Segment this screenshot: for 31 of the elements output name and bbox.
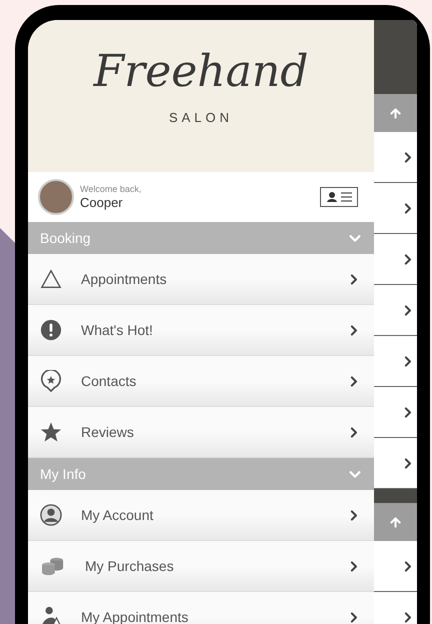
menu-item[interactable]: Appointments — [28, 254, 374, 305]
side-row[interactable] — [374, 285, 417, 336]
exclamation-icon — [40, 319, 62, 341]
menu-item[interactable]: My Account — [28, 490, 374, 541]
location-pin-icon — [40, 370, 62, 392]
side-row[interactable] — [374, 387, 417, 438]
menu-item[interactable]: What's Hot! — [28, 305, 374, 356]
side-row[interactable] — [374, 541, 417, 592]
up-arrow-icon — [389, 516, 402, 528]
person-with-triangle-icon — [40, 606, 62, 624]
side-row[interactable] — [374, 336, 417, 387]
logo-subtitle: SALON — [168, 109, 234, 127]
scroll-up-bar[interactable] — [374, 503, 417, 541]
person-icon — [40, 504, 62, 526]
avatar — [38, 179, 74, 215]
menu-item[interactable]: My Purchases — [28, 541, 374, 592]
side-row[interactable] — [374, 132, 417, 183]
coins-icon — [40, 555, 66, 577]
menu-item[interactable]: Contacts — [28, 356, 374, 407]
side-row[interactable] — [374, 183, 417, 234]
scroll-up-bar[interactable] — [374, 94, 417, 132]
id-card-icon[interactable] — [320, 187, 358, 207]
star-icon — [40, 421, 62, 443]
logo-script: Freehand — [94, 45, 308, 99]
triangle-icon — [40, 268, 62, 290]
up-arrow-icon — [389, 106, 402, 120]
welcome-text: Welcome back, — [80, 184, 142, 194]
side-row[interactable] — [374, 234, 417, 285]
side-row[interactable] — [374, 438, 417, 489]
menu-item[interactable]: Reviews — [28, 407, 374, 458]
user-name: Cooper — [80, 194, 124, 210]
